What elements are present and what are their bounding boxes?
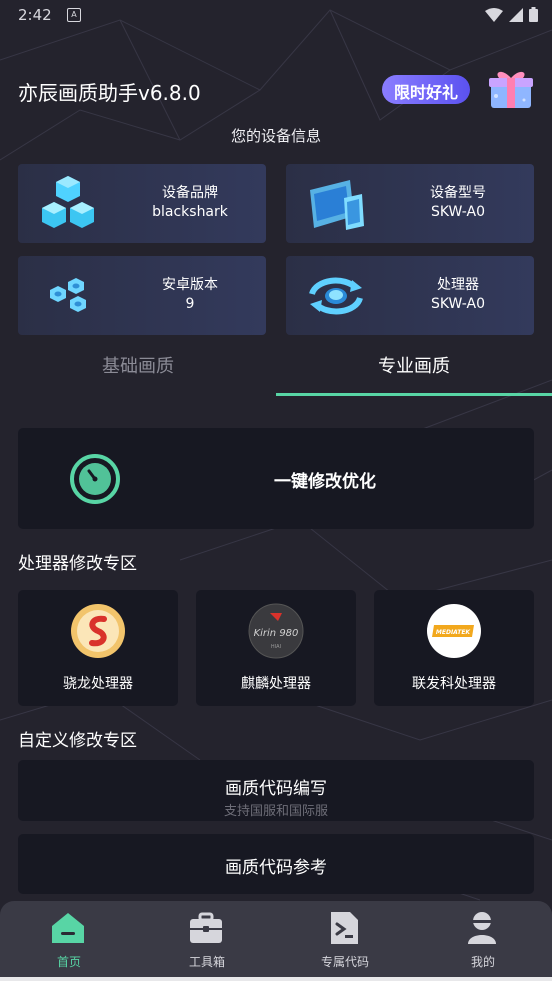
kirin-card[interactable]: Kirin 980 HIAI 麒麟处理器: [196, 590, 356, 706]
processor-card: 处理器 SKW-A0: [286, 256, 534, 335]
mediatek-card[interactable]: MEDIATEK 联发科处理器: [374, 590, 534, 706]
device-brand-value: blackshark: [152, 204, 228, 220]
device-brand-label: 设备品牌: [162, 185, 218, 201]
nav-exclusive-code[interactable]: 专属代码: [276, 901, 414, 977]
refresh-coin-icon: [309, 277, 363, 315]
snapdragon-card[interactable]: 骁龙处理器: [18, 590, 178, 706]
code-reference-label: 画质代码参考: [225, 858, 327, 878]
code-write-sublabel: 支持国服和国际服: [223, 804, 328, 819]
custom-section-title: 自定义修改专区: [18, 731, 137, 751]
code-write-label: 画质代码编写: [225, 779, 327, 799]
gift-icon[interactable]: [486, 66, 536, 110]
toolbox-icon: [190, 912, 222, 943]
battery-icon: [529, 7, 538, 22]
home-icon: [52, 913, 84, 943]
user-icon: [468, 912, 496, 944]
nav-home[interactable]: 首页: [0, 901, 138, 977]
kirin-label: 麒麟处理器: [241, 676, 311, 692]
processor-section-title: 处理器修改专区: [18, 554, 137, 574]
cubes-icon: [42, 176, 94, 228]
nav-home-label: 首页: [56, 955, 81, 969]
tab-pro-quality[interactable]: 专业画质: [276, 345, 552, 397]
processor-value: SKW-A0: [430, 296, 486, 312]
signal-icon: [509, 7, 523, 22]
bottom-nav: 首页 工具箱 专属代码 我的: [0, 901, 552, 977]
device-model-label: 设备型号: [430, 185, 486, 201]
active-tab-indicator: [276, 393, 552, 396]
android-version-value: 9: [185, 296, 195, 312]
status-time: 2:42: [18, 6, 52, 24]
device-brand-card: 设备品牌 blackshark: [18, 164, 266, 243]
wifi-icon: [485, 7, 503, 22]
app-title: 亦辰画质助手v6.8.0: [18, 81, 201, 105]
kirin-logo-icon: Kirin 980 HIAI: [248, 603, 304, 659]
nav-toolbox-label: 工具箱: [188, 955, 225, 969]
snapdragon-label: 骁龙处理器: [63, 676, 133, 692]
status-icons: [485, 7, 538, 22]
code-reference-button[interactable]: 画质代码参考: [18, 834, 534, 894]
code-file-icon: [331, 912, 358, 944]
device-info-heading: 您的设备信息: [230, 127, 321, 145]
one-click-optimize-label: 一键修改优化: [274, 472, 376, 492]
status-bar: 2:42 A: [0, 0, 552, 32]
nav-exclusive-code-label: 专属代码: [320, 955, 369, 969]
one-click-optimize-button[interactable]: 一键修改优化: [18, 428, 534, 529]
nav-toolbox[interactable]: 工具箱: [138, 901, 276, 977]
stopwatch-icon: [70, 454, 120, 504]
kirin-logo-subtext: HIAI: [271, 644, 281, 650]
system-nav-edge: [0, 977, 552, 981]
code-write-button[interactable]: 画质代码编写 支持国服和国际服: [18, 760, 534, 821]
tab-basic-quality[interactable]: 基础画质: [0, 345, 276, 397]
nuts-icon: [50, 278, 86, 312]
device-model-value: SKW-A0: [430, 204, 486, 220]
devices-icon: [310, 180, 364, 230]
promo-label: 限时好礼: [393, 83, 458, 102]
android-version-label: 安卓版本: [162, 277, 218, 293]
processor-label: 处理器: [437, 277, 479, 293]
android-version-card: 安卓版本 9: [18, 256, 266, 335]
kirin-logo-text: Kirin 980: [254, 628, 299, 639]
mediatek-logo-icon: MEDIATEK: [427, 604, 481, 658]
device-model-card: 设备型号 SKW-A0: [286, 164, 534, 243]
nav-mine-label: 我的: [470, 955, 495, 969]
promo-button[interactable]: 限时好礼: [382, 75, 470, 104]
mediatek-label: 联发科处理器: [412, 676, 496, 692]
nav-mine[interactable]: 我的: [414, 901, 552, 977]
quality-tabs: 基础画质 专业画质: [0, 345, 552, 397]
notification-icon: A: [67, 8, 81, 22]
snapdragon-logo-icon: [71, 604, 125, 658]
mediatek-logo-text: MEDIATEK: [436, 629, 472, 636]
